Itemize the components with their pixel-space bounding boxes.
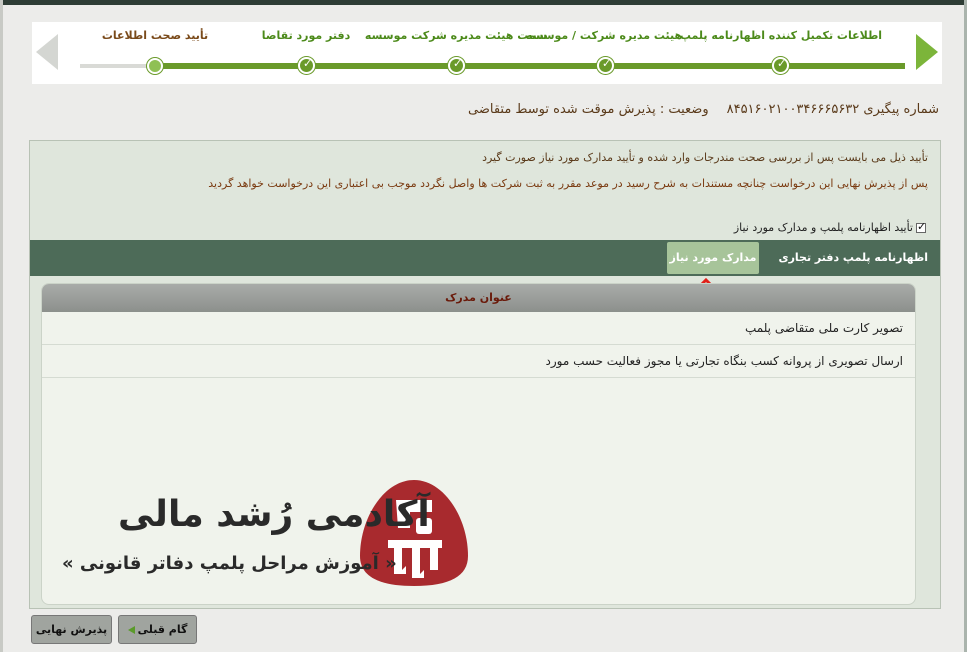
watermark-title: آکادمی رُشد مالی	[118, 494, 430, 535]
previous-step-button[interactable]: گام قبلی	[118, 615, 197, 644]
wizard-step-1-node[interactable]: ✓	[772, 57, 789, 74]
wizard-step-2-node[interactable]: ✓	[597, 57, 614, 74]
wizard-progress: اطلاعات تکمیل کننده اظهارنامه پلمپ ✓ هیئ…	[32, 22, 942, 84]
confirm-checkbox[interactable]	[916, 220, 926, 233]
wizard-step-5-label: تأیید صحت اطلاعات	[101, 29, 209, 42]
check-icon: ✓	[303, 57, 313, 70]
tab-bar: اظهارنامه پلمپ دفتر تجاری مدارک مورد نیا…	[30, 240, 940, 276]
confirmation-panel: تأیید ذیل می بایست پس از بررسی صحت مندرج…	[29, 140, 941, 609]
confirm-checkbox-row[interactable]: تأیید اظهارنامه پلمپ و مدارک مورد نیاز	[733, 220, 926, 235]
documents-table-header: عنوان مدرک	[42, 284, 915, 312]
wizard-step-5-node[interactable]	[147, 58, 163, 74]
wizard-step-2-label: هیئت مدیره شرکت / موسسه	[525, 29, 683, 42]
tab-declaration[interactable]: اظهارنامه پلمپ دفتر تجاری	[778, 251, 928, 264]
check-icon: ✓	[602, 57, 612, 70]
final-accept-button[interactable]: پذیرش نهایی	[31, 615, 112, 644]
confirm-checkbox-label: تأیید اظهارنامه پلمپ و مدارک مورد نیاز	[733, 221, 913, 234]
check-icon: ✓	[777, 57, 787, 70]
tab-required-documents[interactable]: مدارک مورد نیاز	[667, 242, 759, 274]
previous-step-label: گام قبلی	[137, 623, 188, 636]
window-top-border	[0, 0, 967, 5]
wizard-next-arrow-icon[interactable]	[916, 34, 938, 70]
tracking-number: شماره پیگیری ۸۴۵۱۶۰۲۱۰۰۳۴۶۶۶۵۶۳۲	[726, 102, 939, 117]
wizard-step-4-label: دفتر مورد تقاضا	[261, 29, 351, 42]
check-icon: ✓	[453, 57, 463, 70]
wizard-step-3-node[interactable]: ✓	[448, 57, 465, 74]
table-row: ارسال تصویری از پروانه کسب بنگاه تجارتی …	[42, 345, 915, 378]
table-row: تصویر کارت ملی متقاضی پلمپ	[42, 312, 915, 345]
window-left-border	[0, 0, 3, 652]
wizard-step-4-node[interactable]: ✓	[298, 57, 315, 74]
wizard-step-1-label: اطلاعات تکمیل کننده اظهارنامه پلمپ	[679, 29, 883, 42]
request-status: وضعیت : پذیرش موقت شده توسط متقاضی	[468, 102, 709, 117]
wizard-track-completed	[155, 63, 905, 69]
watermark-subtitle: « آموزش مراحل پلمپ دفاتر قانونی »	[62, 553, 397, 574]
instruction-note-2: پس از پذیرش نهایی این درخواست چنانچه مست…	[208, 177, 928, 190]
tracking-info: شماره پیگیری ۸۴۵۱۶۰۲۱۰۰۳۴۶۶۶۵۶۳۲ وضعیت : …	[468, 102, 939, 117]
instruction-note-1: تأیید ذیل می بایست پس از بررسی صحت مندرج…	[482, 151, 928, 164]
wizard-step-3-label: سمت هیئت مدیره شرکت موسسه	[364, 29, 548, 42]
back-arrow-icon	[127, 626, 135, 634]
wizard-prev-arrow-icon[interactable]	[36, 34, 58, 70]
